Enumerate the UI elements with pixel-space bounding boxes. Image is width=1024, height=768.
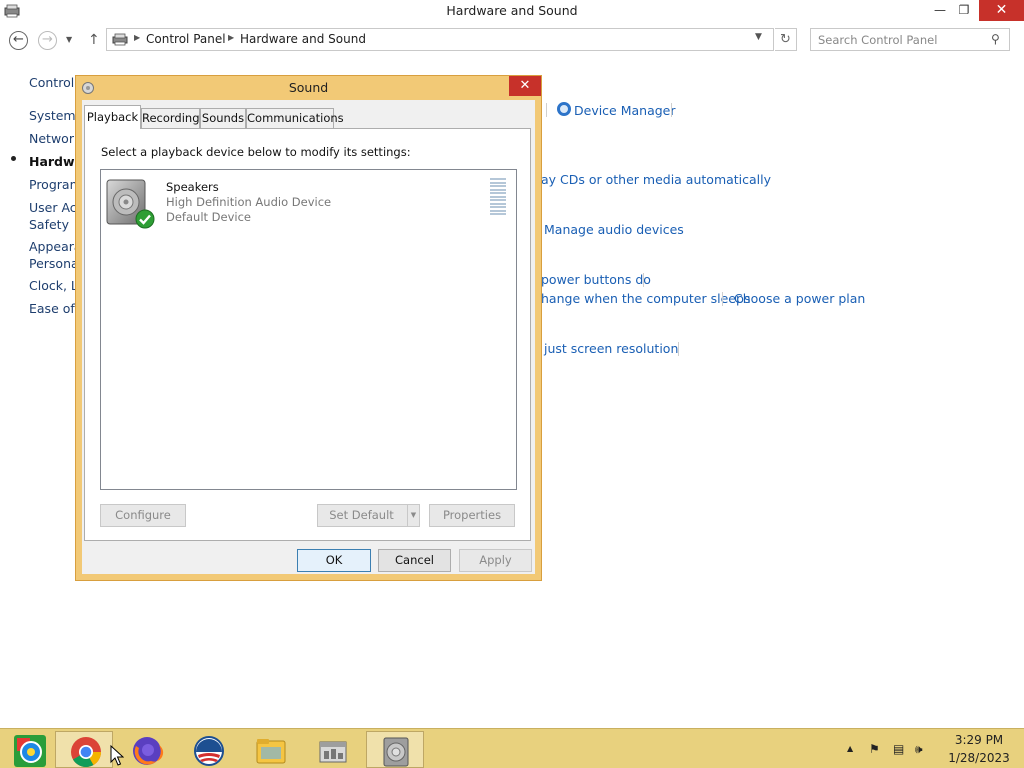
cancel-button[interactable]: Cancel — [378, 549, 451, 572]
dialog-close-button[interactable]: ✕ — [509, 76, 541, 96]
link-separator — [643, 273, 644, 287]
navigation-bar: ← → ▼ ↑ ▶ Control Panel ▶ Hardware and S… — [0, 26, 1024, 54]
taskbar: ▲ ⚑ ▤ 🕪 3:29 PM 1/28/2023 — [0, 728, 1024, 768]
chevron-down-icon[interactable]: ▼ — [407, 505, 419, 526]
chrome-icon — [71, 737, 101, 768]
hardware-icon — [112, 33, 128, 46]
clock-date[interactable]: 1/28/2023 — [944, 751, 1014, 765]
address-dropdown-icon[interactable]: ▼ — [755, 32, 762, 42]
title-bar: Hardware and Sound — ❐ ✕ — [0, 0, 1024, 22]
device-name: Speakers — [166, 180, 219, 194]
breadcrumb-separator-icon[interactable]: ▶ — [228, 33, 234, 42]
link-separator — [678, 342, 679, 356]
nav-network[interactable]: Network — [29, 131, 81, 146]
control-panel-icon — [319, 741, 347, 763]
close-button[interactable]: ✕ — [979, 0, 1024, 21]
playback-tab-panel: Select a playback device below to modify… — [84, 128, 531, 541]
nav-user-accounts[interactable]: User Ac — [29, 200, 77, 215]
set-default-label: Set Default — [329, 508, 394, 522]
playback-device-list[interactable]: Speakers High Definition Audio Device De… — [100, 169, 517, 490]
window-title: Hardware and Sound — [446, 3, 578, 18]
recent-locations-button[interactable]: ▼ — [66, 35, 72, 44]
app-icon — [14, 735, 46, 767]
playback-instruction: Select a playback device below to modify… — [101, 145, 411, 159]
sound-dialog: Sound ✕ Playback Recording Sounds Commun… — [75, 75, 542, 581]
ok-button[interactable]: OK — [297, 549, 371, 572]
volume-level-meter — [490, 178, 506, 218]
up-button[interactable]: ↑ — [88, 32, 100, 48]
tab-playback[interactable]: Playback — [84, 105, 141, 129]
link-separator — [722, 292, 723, 306]
screen-resolution-link[interactable]: just screen resolution — [544, 341, 678, 356]
properties-button[interactable]: Properties — [429, 504, 515, 527]
taskbar-app-launcher[interactable] — [0, 731, 58, 768]
nav-system[interactable]: System — [29, 108, 76, 123]
tab-communications[interactable]: Communications — [246, 108, 344, 128]
sleep-settings-link[interactable]: hange when the computer sleeps — [541, 291, 750, 306]
device-manager-link[interactable]: Device Manager — [574, 103, 676, 118]
choose-power-plan-link[interactable]: Choose a power plan — [734, 291, 865, 306]
link-separator — [546, 103, 547, 117]
clock-time[interactable]: 3:29 PM — [948, 733, 1010, 747]
firefox-icon — [133, 737, 164, 765]
taskbar-file-explorer[interactable] — [241, 731, 299, 768]
set-default-button[interactable]: Set Default ▼ — [317, 504, 420, 527]
dialog-title: Sound — [288, 80, 329, 95]
manage-audio-devices-link[interactable]: Manage audio devices — [544, 222, 684, 237]
nav-control-panel-home[interactable]: Control — [29, 75, 74, 90]
show-hidden-icons-button[interactable]: ▲ — [847, 744, 853, 753]
dialog-title-bar[interactable]: Sound ✕ — [76, 76, 541, 99]
nav-ease-of-access[interactable]: Ease of — [29, 301, 75, 316]
taskbar-chrome[interactable] — [55, 731, 113, 768]
check-icon — [135, 209, 155, 229]
forward-button[interactable]: → — [38, 31, 57, 50]
action-center-flag-icon[interactable]: ⚑ — [869, 742, 880, 756]
link-separator — [671, 103, 672, 117]
taskbar-firefox[interactable] — [117, 731, 175, 768]
breadcrumb-hardware-and-sound[interactable]: Hardware and Sound — [240, 32, 366, 46]
breadcrumb-control-panel[interactable]: Control Panel — [146, 32, 226, 46]
tab-sounds[interactable]: Sounds — [200, 108, 246, 128]
device-description: High Definition Audio Device — [166, 195, 332, 209]
current-section-bullet — [11, 156, 16, 161]
refresh-button[interactable]: ↻ — [775, 28, 797, 51]
address-bar[interactable]: ▶ Control Panel ▶ Hardware and Sound ▼ — [106, 28, 774, 51]
search-placeholder: Search Control Panel — [818, 33, 938, 47]
search-icon[interactable]: ⚲ — [991, 32, 1000, 46]
obama-logo-icon — [194, 736, 224, 766]
apply-button[interactable]: Apply — [459, 549, 532, 572]
taskbar-control-panel[interactable] — [303, 731, 361, 768]
device-manager-icon — [557, 102, 571, 116]
back-button[interactable]: ← — [9, 31, 28, 50]
breadcrumb-separator-icon[interactable]: ▶ — [134, 33, 140, 42]
device-status: Default Device — [166, 210, 252, 224]
taskbar-sound[interactable] — [366, 731, 424, 768]
tab-recording[interactable]: Recording — [141, 108, 200, 128]
mouse-cursor-icon — [110, 745, 124, 766]
volume-icon[interactable]: 🕪 — [915, 742, 923, 757]
file-explorer-icon — [256, 739, 286, 764]
nav-user-accounts-safety[interactable]: Safety — [29, 217, 69, 232]
network-icon[interactable]: ▤ — [893, 742, 904, 756]
sound-icon — [383, 737, 409, 767]
power-buttons-link[interactable]: power buttons do — [541, 272, 651, 287]
maximize-button[interactable]: ❐ — [952, 0, 976, 21]
configure-button[interactable]: Configure — [100, 504, 186, 527]
minimize-button[interactable]: — — [930, 0, 950, 21]
search-input[interactable]: Search Control Panel ⚲ — [810, 28, 1010, 51]
taskbar-obama-logo[interactable] — [179, 731, 237, 768]
autoplay-link[interactable]: ay CDs or other media automatically — [541, 172, 771, 187]
dialog-body: Playback Recording Sounds Communications… — [82, 100, 535, 574]
